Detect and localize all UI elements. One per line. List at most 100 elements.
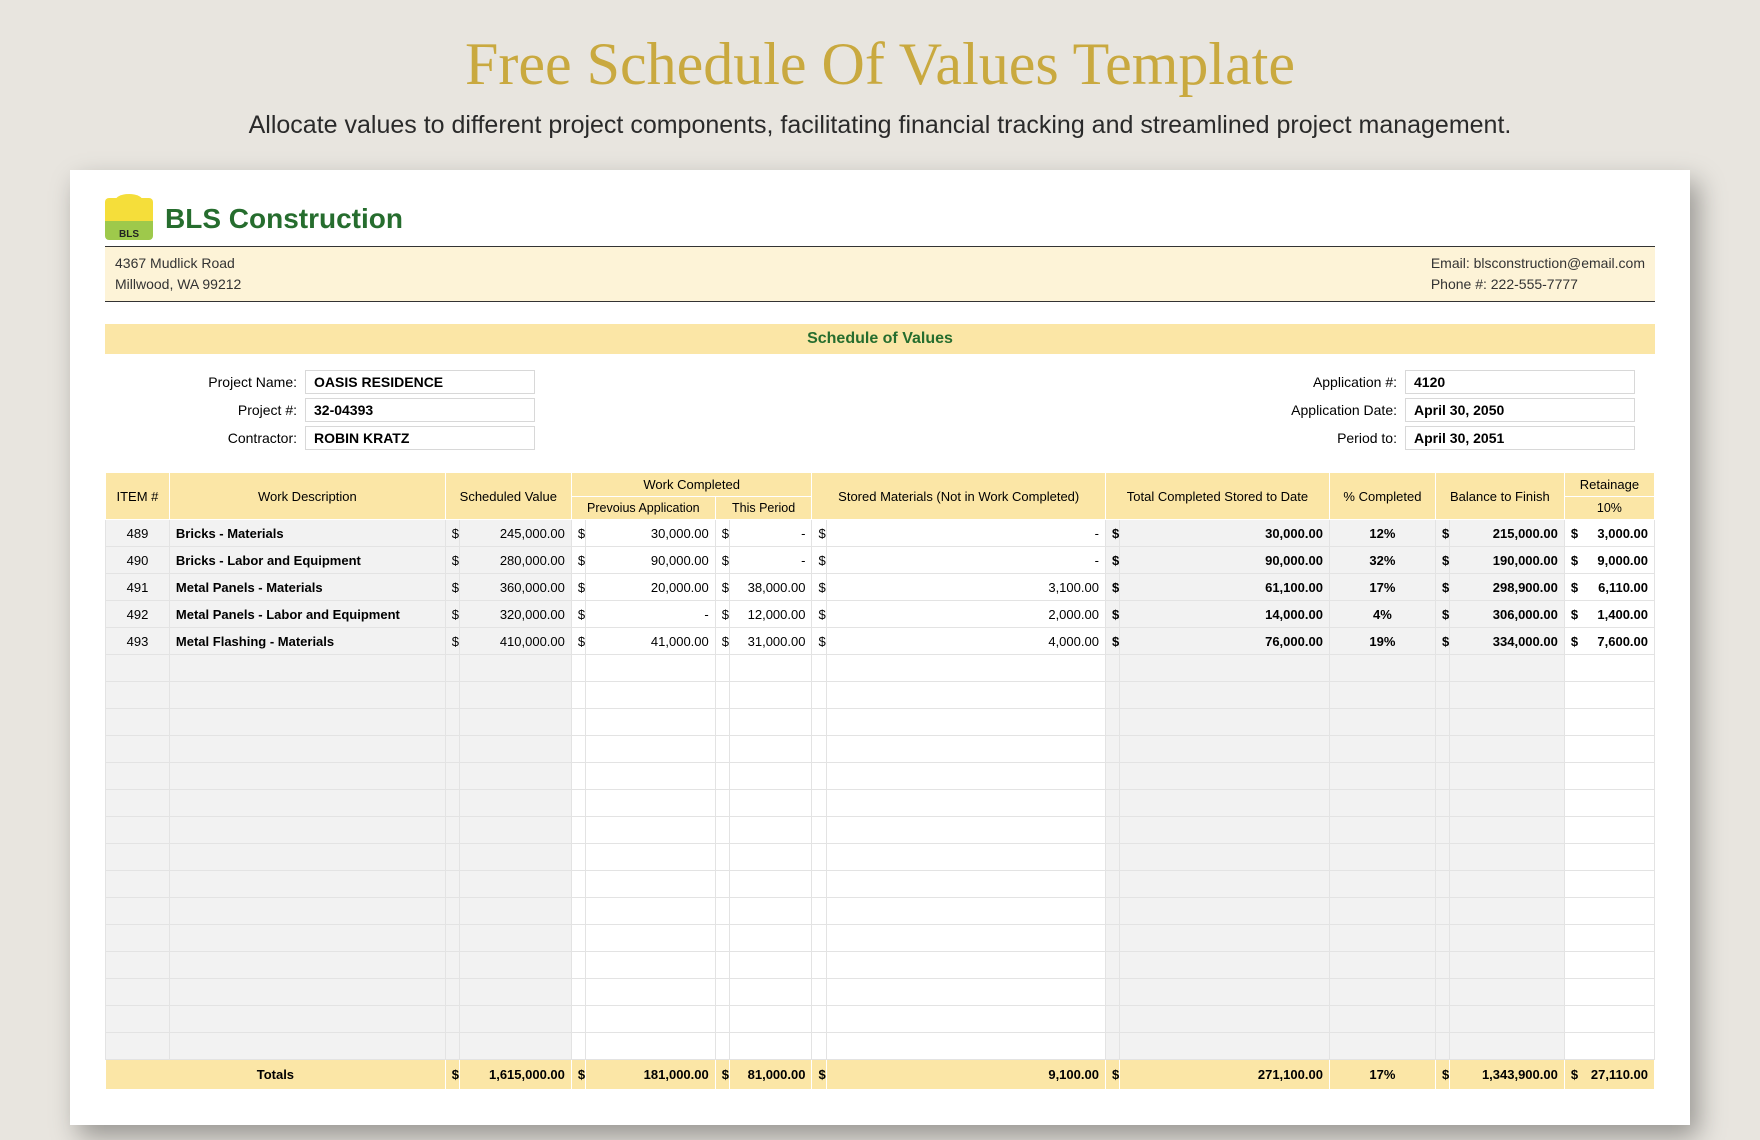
schedule-banner: Schedule of Values	[105, 324, 1655, 354]
dollar-sign: $	[1105, 520, 1119, 547]
meta-left: Project Name: OASIS RESIDENCE Project #:…	[125, 370, 535, 450]
table-row-empty	[106, 655, 1655, 682]
totals-total: 271,100.00	[1120, 1060, 1330, 1090]
cell-scheduled: 320,000.00	[460, 601, 572, 628]
company-logo-icon: BLS	[105, 198, 153, 240]
cell-this: 38,000.00	[729, 574, 811, 601]
cell-total: 61,100.00	[1120, 574, 1330, 601]
cell-desc: Metal Panels - Materials	[169, 574, 445, 601]
dollar-sign: $	[715, 574, 729, 601]
cell-ret: $9,000.00	[1564, 547, 1654, 574]
cell-stored: 3,100.00	[826, 574, 1105, 601]
address-line2: Millwood, WA 99212	[115, 274, 241, 295]
totals-prev: 181,000.00	[586, 1060, 716, 1090]
table-row-empty	[106, 790, 1655, 817]
cell-pct: 32%	[1329, 547, 1435, 574]
project-no-label: Project #:	[125, 402, 305, 418]
cell-pct: 12%	[1329, 520, 1435, 547]
page-title: Free Schedule Of Values Template	[70, 30, 1690, 99]
period-label: Period to:	[1225, 430, 1405, 446]
col-stored: Stored Materials (Not in Work Completed)	[812, 473, 1105, 520]
dollar-sign: $	[1105, 601, 1119, 628]
table-row-empty	[106, 736, 1655, 763]
cell-prev: -	[586, 601, 716, 628]
dollar-sign: $	[445, 601, 459, 628]
cell-ret: $7,600.00	[1564, 628, 1654, 655]
schedule-table: ITEM # Work Description Scheduled Value …	[105, 472, 1655, 1090]
table-row-empty	[106, 871, 1655, 898]
cell-pct: 19%	[1329, 628, 1435, 655]
dollar-sign: $	[445, 574, 459, 601]
dollar-sign: $	[571, 628, 585, 655]
col-desc: Work Description	[169, 473, 445, 520]
cell-scheduled: 360,000.00	[460, 574, 572, 601]
cell-this: 31,000.00	[729, 628, 811, 655]
dollar-sign: $	[715, 520, 729, 547]
cell-prev: 90,000.00	[586, 547, 716, 574]
dollar-sign: $	[1435, 547, 1449, 574]
cell-prev: 20,000.00	[586, 574, 716, 601]
cell-scheduled: 410,000.00	[460, 628, 572, 655]
cell-ret: $3,000.00	[1564, 520, 1654, 547]
col-work-completed: Work Completed	[571, 473, 812, 497]
table-row: 489Bricks - Materials$245,000.00$30,000.…	[106, 520, 1655, 547]
cell-pct: 17%	[1329, 574, 1435, 601]
meta-right: Application #: 4120 Application Date: Ap…	[1225, 370, 1635, 450]
cell-desc: Bricks - Labor and Equipment	[169, 547, 445, 574]
cell-item: 489	[106, 520, 170, 547]
table-row: 493Metal Flashing - Materials$410,000.00…	[106, 628, 1655, 655]
cell-stored: 4,000.00	[826, 628, 1105, 655]
table-row-empty	[106, 952, 1655, 979]
dollar-sign: $	[1435, 520, 1449, 547]
dollar-sign: $	[812, 520, 826, 547]
project-name-label: Project Name:	[125, 374, 305, 390]
dollar-sign: $	[1105, 628, 1119, 655]
totals-pct: 17%	[1329, 1060, 1435, 1090]
dollar-sign: $	[1435, 1060, 1449, 1090]
project-no-value: 32-04393	[305, 398, 535, 422]
table-row-empty	[106, 1006, 1655, 1033]
email-line: Email: blsconstruction@email.com	[1431, 253, 1645, 274]
cell-item: 491	[106, 574, 170, 601]
cell-balance: 298,900.00	[1450, 574, 1565, 601]
dollar-sign: $	[445, 520, 459, 547]
dollar-sign: $	[1435, 574, 1449, 601]
app-no-value: 4120	[1405, 370, 1635, 394]
table-row-empty	[106, 979, 1655, 1006]
dollar-sign: $	[445, 628, 459, 655]
contact-block: Email: blsconstruction@email.com Phone #…	[1431, 253, 1645, 295]
cell-balance: 215,000.00	[1450, 520, 1565, 547]
cell-desc: Metal Panels - Labor and Equipment	[169, 601, 445, 628]
col-this: This Period	[715, 497, 812, 520]
table-row: 490Bricks - Labor and Equipment$280,000.…	[106, 547, 1655, 574]
dollar-sign: $	[571, 520, 585, 547]
cell-ret: $6,110.00	[1564, 574, 1654, 601]
cell-ret: $1,400.00	[1564, 601, 1654, 628]
cell-item: 492	[106, 601, 170, 628]
cell-prev: 41,000.00	[586, 628, 716, 655]
dollar-sign: $	[1105, 1060, 1119, 1090]
contractor-value: ROBIN KRATZ	[305, 426, 535, 450]
col-scheduled: Scheduled Value	[445, 473, 571, 520]
cell-balance: 306,000.00	[1450, 601, 1565, 628]
contact-strip: 4367 Mudlick Road Millwood, WA 99212 Ema…	[105, 246, 1655, 302]
cell-item: 490	[106, 547, 170, 574]
totals-scheduled: 1,615,000.00	[460, 1060, 572, 1090]
totals-ret: $27,110.00	[1564, 1060, 1654, 1090]
col-item: ITEM #	[106, 473, 170, 520]
cell-scheduled: 245,000.00	[460, 520, 572, 547]
cell-total: 90,000.00	[1120, 547, 1330, 574]
totals-this: 81,000.00	[729, 1060, 811, 1090]
cell-balance: 334,000.00	[1450, 628, 1565, 655]
dollar-sign: $	[445, 1060, 459, 1090]
dollar-sign: $	[812, 601, 826, 628]
dollar-sign: $	[715, 628, 729, 655]
table-row-empty	[106, 763, 1655, 790]
dollar-sign: $	[1435, 601, 1449, 628]
dollar-sign: $	[812, 628, 826, 655]
col-pct: % Completed	[1329, 473, 1435, 520]
dollar-sign: $	[571, 1060, 585, 1090]
dollar-sign: $	[1105, 547, 1119, 574]
cell-total: 30,000.00	[1120, 520, 1330, 547]
cell-total: 76,000.00	[1120, 628, 1330, 655]
